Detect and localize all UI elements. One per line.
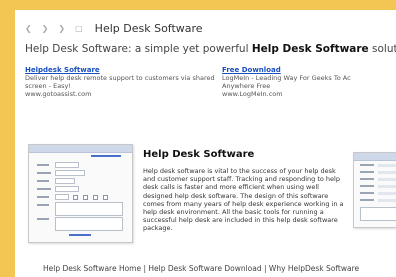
tagline: Help Desk Software: a simple yet powerfu…: [25, 43, 396, 55]
ad-text: Anywhere Free: [222, 82, 271, 90]
thumbnail-row: [378, 164, 396, 167]
thumbnail-field: [55, 194, 69, 200]
thumbnail-titlebar: [354, 153, 396, 161]
thumbnail-checkbox: [103, 195, 108, 200]
thumbnail-label: [360, 185, 374, 187]
thumbnail-row: [378, 192, 396, 195]
tagline-bold: Help Desk Software: [251, 43, 369, 55]
article-body: Help desk software is vital to the succe…: [143, 167, 344, 233]
article-title: Help Desk Software: [143, 149, 255, 160]
thumbnail-field: [55, 170, 85, 176]
tagline-suffix: solutio: [372, 43, 396, 55]
thumbnail-label: [37, 204, 49, 206]
ad-title-link[interactable]: Free Download: [222, 66, 351, 74]
thumbnail-row: [378, 178, 396, 181]
thumbnail-row: [378, 199, 396, 202]
back-icon[interactable]: ❮: [25, 24, 32, 33]
thumbnail-checkbox: [93, 195, 98, 200]
page-content: ❮ ❯ ❯ □ Help Desk Software Help Desk Sof…: [15, 10, 396, 277]
ad-text: screen - Easy!: [25, 82, 72, 90]
thumbnail-textarea: [360, 207, 396, 221]
thumbnail-field: [55, 162, 79, 168]
footer-links[interactable]: Help Desk Software Home | Help Desk Soft…: [43, 264, 359, 273]
thumbnail-label: [37, 172, 51, 174]
thumbnail-label: [37, 196, 49, 198]
thumbnail-textarea: [55, 217, 123, 231]
thumbnail-field: [55, 178, 75, 184]
page-title: Help Desk Software: [94, 22, 203, 35]
forward-icon[interactable]: ❯: [42, 24, 49, 33]
forward-icon[interactable]: ❯: [58, 24, 65, 33]
thumbnail-checkbox: [73, 195, 78, 200]
title-row: ❮ ❯ ❯ □ Help Desk Software: [25, 22, 203, 35]
thumbnail-label: [360, 164, 374, 166]
ad-title-link[interactable]: Helpdesk Software: [25, 66, 215, 74]
thumbnail-label: [37, 188, 51, 190]
ad-text: LogMeIn - Leading Way For Geeks To Ac: [222, 74, 351, 82]
thumbnail-label: [37, 164, 49, 166]
tagline-prefix: Help Desk Software: a simple yet powerfu…: [25, 43, 252, 55]
thumbnail-label: [360, 171, 374, 173]
screenshot-thumbnail-left[interactable]: [28, 144, 133, 243]
thumbnail-label: [360, 192, 374, 194]
thumbnail-link: [69, 234, 91, 236]
ad-logmein[interactable]: Free Download LogMeIn - Leading Way For …: [222, 66, 351, 98]
thumbnail-label: [360, 178, 374, 180]
thumbnail-textarea: [55, 202, 123, 216]
thumbnail-label: [360, 199, 374, 201]
thumbnail-titlebar: [29, 145, 132, 153]
ad-url[interactable]: www.LogMeIn.com: [222, 90, 351, 98]
thumbnail-label: [37, 180, 49, 182]
ad-url[interactable]: www.gotoassist.com: [25, 90, 215, 98]
thumbnail-link: [91, 155, 121, 157]
ad-gotoassist[interactable]: Helpdesk Software Deliver help desk remo…: [25, 66, 215, 98]
thumbnail-checkbox: [83, 195, 88, 200]
screenshot-thumbnail-right[interactable]: [353, 152, 396, 228]
thumbnail-row: [378, 185, 396, 188]
page-icon: □: [75, 24, 83, 33]
ad-text: Deliver help desk remote support to cust…: [25, 74, 215, 82]
thumbnail-label: [37, 218, 49, 220]
thumbnail-row: [378, 171, 396, 174]
thumbnail-field: [55, 186, 79, 192]
